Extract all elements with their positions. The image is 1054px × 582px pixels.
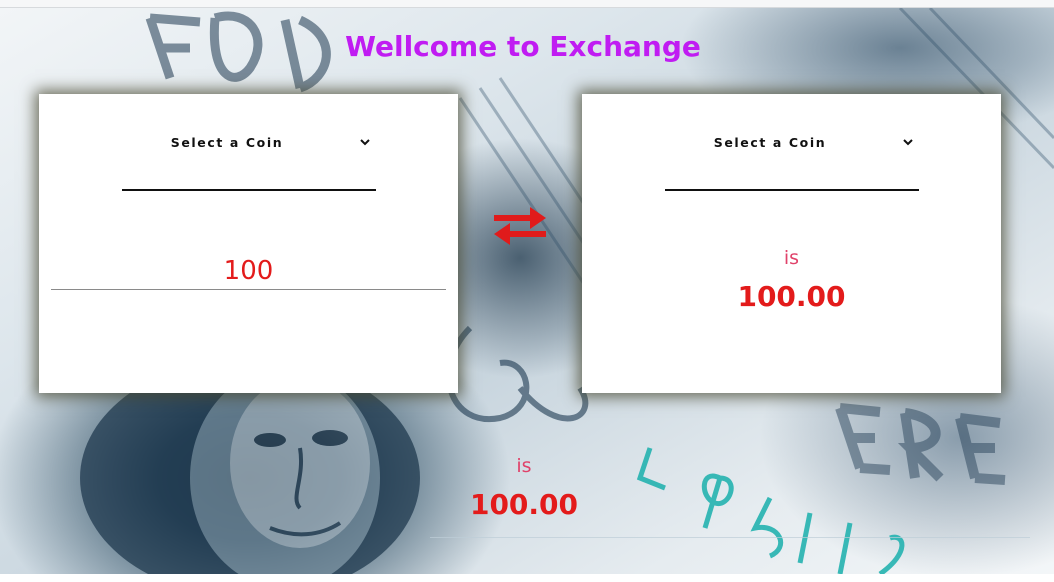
swap-button[interactable] — [490, 204, 550, 246]
page-title: Wellcome to Exchange — [345, 30, 701, 63]
browser-top-edge — [0, 0, 1054, 8]
from-coin-select-label: Select a Coin — [170, 135, 284, 150]
to-coin-select-label: Select a Coin — [713, 135, 827, 150]
chevron-down-icon — [901, 134, 915, 148]
from-coin-select[interactable]: Select a Coin — [122, 124, 376, 191]
from-card: Select a Coin — [39, 94, 458, 393]
swap-arrows-icon — [494, 207, 546, 245]
to-card: Select a Coin is 100.00 — [582, 94, 1001, 393]
amount-input[interactable] — [51, 252, 446, 290]
divider — [430, 537, 1030, 538]
bottom-result-prefix: is — [516, 455, 532, 477]
page-bottom-edge — [0, 574, 1054, 582]
to-coin-select[interactable]: Select a Coin — [665, 124, 919, 191]
result-value: 100.00 — [737, 280, 846, 313]
bottom-result-value: 100.00 — [469, 488, 579, 521]
result-prefix: is — [783, 247, 800, 269]
chevron-down-icon — [358, 134, 372, 148]
